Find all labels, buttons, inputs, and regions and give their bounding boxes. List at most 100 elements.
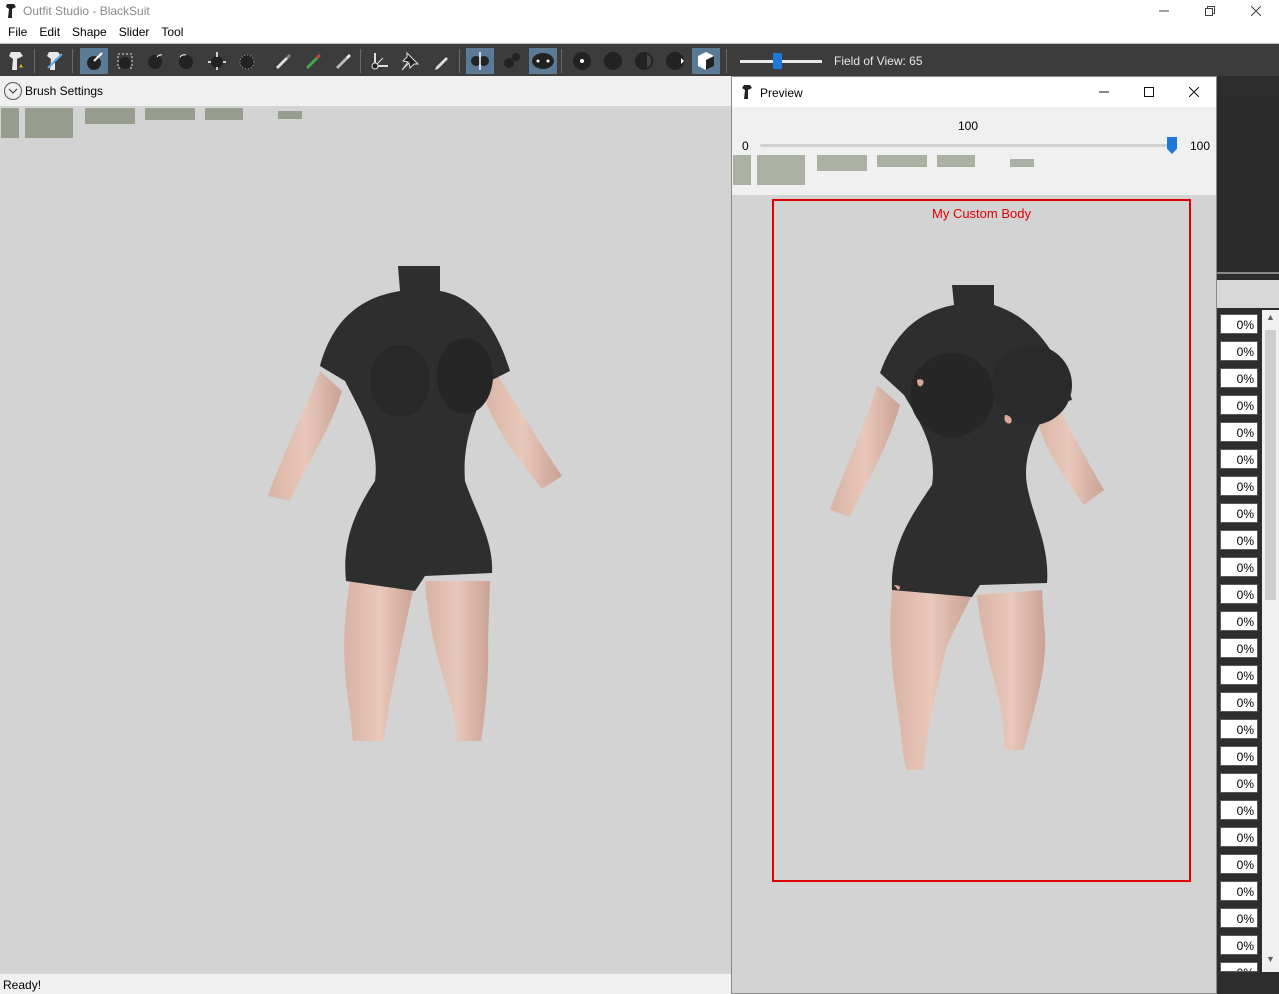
slider-value[interactable]: 0% (1220, 746, 1258, 766)
slider-value[interactable]: 0% (1220, 503, 1258, 523)
connected-icon (504, 53, 520, 68)
deflate-brush-button[interactable] (172, 48, 200, 74)
mask-brush-button[interactable] (111, 48, 139, 74)
global-brush-icon (532, 53, 554, 69)
maximize-icon (1144, 87, 1154, 97)
fov-slider-thumb[interactable] (773, 53, 782, 69)
toolbar-separator (72, 49, 73, 73)
title-bar: Outfit Studio - BlackSuit (0, 0, 1279, 22)
slider-value[interactable]: 0% (1220, 854, 1258, 874)
global-brush-button[interactable] (529, 48, 557, 74)
color-brush-button[interactable] (298, 48, 326, 74)
menu-slider[interactable]: Slider (113, 22, 156, 42)
toolbar-separator (459, 49, 460, 73)
minimize-button[interactable] (1141, 0, 1187, 22)
slider-value[interactable]: 0% (1220, 395, 1258, 415)
body-model-preview (830, 285, 1104, 770)
slider-value[interactable]: 0% (1220, 962, 1258, 972)
show-textures-button[interactable] (692, 48, 720, 74)
brush-settings-bar: Brush Settings (0, 76, 731, 106)
slider-scrollbar[interactable]: ▲ ▼ (1262, 310, 1279, 972)
slider-value[interactable]: 0% (1220, 827, 1258, 847)
panel-divider (1217, 280, 1279, 308)
debug-overlay-block (25, 108, 73, 138)
debug-overlay-block (817, 155, 867, 171)
slider-value[interactable]: 0% (1220, 314, 1258, 334)
pen-icon (435, 57, 448, 70)
menu-tool[interactable]: Tool (155, 22, 189, 42)
nodes-icon (573, 52, 591, 70)
scroll-thumb[interactable] (1265, 330, 1276, 600)
slider-value[interactable]: 0% (1220, 773, 1258, 793)
window-title: Outfit Studio - BlackSuit (23, 4, 150, 18)
debug-overlay-block (145, 108, 195, 120)
slider-value[interactable]: 0% (1220, 638, 1258, 658)
slider-value[interactable]: 0% (1220, 692, 1258, 712)
preview-slider-area: 100 0 100 (732, 107, 1216, 195)
menu-file[interactable]: File (2, 22, 33, 42)
slider-value[interactable]: 0% (1220, 557, 1258, 577)
preview-slider-track[interactable] (760, 144, 1172, 147)
preview-minimize-button[interactable] (1081, 77, 1127, 107)
transform-icon (371, 53, 388, 70)
debug-overlay-block (85, 108, 135, 124)
slider-value[interactable]: 0% (1220, 341, 1258, 361)
restore-button[interactable] (1187, 0, 1233, 22)
inflate-brush-icon (148, 54, 163, 69)
connected-only-button[interactable] (498, 48, 526, 74)
scroll-down-icon[interactable]: ▼ (1262, 954, 1279, 970)
outfit-studio-icon (742, 85, 752, 99)
transform-button[interactable] (366, 48, 394, 74)
brush-settings-label: Brush Settings (25, 84, 104, 98)
preview-render[interactable]: My Custom Body (732, 195, 1216, 993)
preview-slider-max: 100 (1190, 139, 1211, 153)
move-brush-icon (208, 52, 226, 70)
slider-value[interactable]: 0% (1220, 908, 1258, 928)
preview-maximize-button[interactable] (1126, 77, 1172, 107)
menu-edit[interactable]: Edit (33, 22, 66, 42)
scroll-up-icon[interactable]: ▲ (1262, 312, 1279, 328)
slider-value[interactable]: 0% (1220, 476, 1258, 496)
show-wireframe-button[interactable] (661, 48, 689, 74)
debug-overlay-block (877, 155, 927, 167)
menu-shape[interactable]: Shape (66, 22, 113, 42)
slider-value[interactable]: 0% (1220, 800, 1258, 820)
move-brush-button[interactable] (203, 48, 231, 74)
preview-slider-thumb[interactable] (1167, 137, 1177, 154)
slider-value[interactable]: 0% (1220, 881, 1258, 901)
brush-settings-toggle[interactable] (4, 82, 22, 100)
close-button[interactable] (1233, 0, 1279, 22)
alpha-brush-button[interactable] (328, 48, 356, 74)
preview-slider-value: 100 (958, 119, 979, 133)
slider-value[interactable]: 0% (1220, 368, 1258, 388)
show-normals-button[interactable] (630, 48, 658, 74)
smooth-brush-button[interactable] (233, 48, 261, 74)
pivot-button[interactable] (396, 48, 424, 74)
x-mirror-button[interactable] (466, 48, 494, 74)
alpha-brush-icon (336, 54, 351, 69)
main-viewport[interactable]: Brush Settings (0, 76, 731, 973)
weight-brush-button[interactable] (268, 48, 296, 74)
slider-value[interactable]: 0% (1220, 530, 1258, 550)
outfit-studio-icon (6, 4, 16, 18)
select-brush-button[interactable] (80, 48, 108, 74)
slider-value[interactable]: 0% (1220, 665, 1258, 685)
show-nodes-button[interactable] (568, 48, 596, 74)
restore-icon (1205, 6, 1215, 16)
vertex-select-button[interactable] (427, 48, 455, 74)
new-project-icon (9, 52, 23, 70)
slider-value[interactable]: 0% (1220, 422, 1258, 442)
reference-button[interactable] (41, 48, 69, 74)
slider-value[interactable]: 0% (1220, 935, 1258, 955)
wireframe-icon (666, 52, 684, 70)
slider-value[interactable]: 0% (1220, 611, 1258, 631)
inflate-brush-button[interactable] (141, 48, 169, 74)
slider-value[interactable]: 0% (1220, 719, 1258, 739)
new-project-button[interactable] (3, 48, 31, 74)
toolbar-separator (360, 49, 361, 73)
preview-close-button[interactable] (1171, 77, 1217, 107)
slider-value[interactable]: 0% (1220, 449, 1258, 469)
slider-value[interactable]: 0% (1220, 584, 1258, 604)
show-bones-button[interactable] (599, 48, 627, 74)
chevron-down-icon (8, 88, 18, 94)
